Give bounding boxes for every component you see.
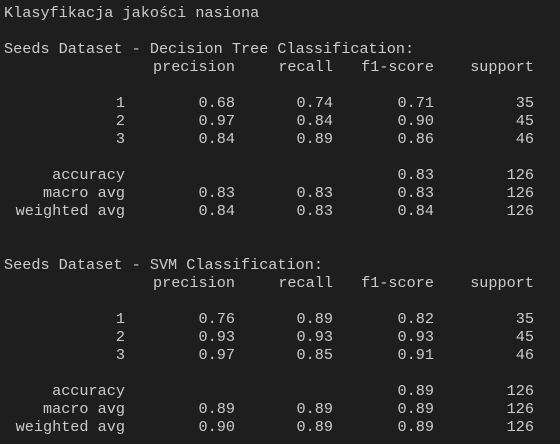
report-row-weighted-avg: weighted avg 0.84 0.83 0.84 126 xyxy=(4,202,534,220)
precision-value: 0.90 xyxy=(198,418,235,436)
recall-value: 0.74 xyxy=(296,94,333,112)
header-recall: recall xyxy=(278,58,333,76)
precision-value: 0.68 xyxy=(198,94,235,112)
report-row-class-1: 1 0.76 0.89 0.82 35 xyxy=(4,310,534,328)
report-row-accuracy: accuracy 0.83 126 xyxy=(4,166,534,184)
precision-value: 0.83 xyxy=(198,184,235,202)
recall-value: 0.83 xyxy=(296,184,333,202)
header-f1-score: f1-score xyxy=(361,58,434,76)
recall-value: 0.89 xyxy=(296,418,333,436)
header-precision: precision xyxy=(152,274,235,292)
row-label: accuracy xyxy=(52,166,125,184)
support-value: 126 xyxy=(506,166,534,184)
report-row-class-2: 2 0.97 0.84 0.90 45 xyxy=(4,112,534,130)
report-row-class-3: 3 0.97 0.85 0.91 46 xyxy=(4,346,534,364)
header-f1-score: f1-score xyxy=(361,274,434,292)
report-row-accuracy: accuracy 0.89 126 xyxy=(4,382,534,400)
support-value: 35 xyxy=(515,94,534,112)
header-support: support xyxy=(470,58,534,76)
support-value: 45 xyxy=(515,328,534,346)
header-precision: precision xyxy=(152,58,235,76)
header-recall: recall xyxy=(278,274,333,292)
recall-value: 0.85 xyxy=(296,346,333,364)
f1-score-value: 0.89 xyxy=(397,418,434,436)
support-value: 45 xyxy=(515,112,534,130)
report-row-macro-avg: macro avg 0.89 0.89 0.89 126 xyxy=(4,400,534,418)
row-label: 3 xyxy=(115,130,125,148)
recall-value: 0.89 xyxy=(296,310,333,328)
f1-score-value: 0.82 xyxy=(397,310,434,328)
precision-value: 0.76 xyxy=(198,310,235,328)
row-label: weighted avg xyxy=(15,418,125,436)
f1-score-value: 0.91 xyxy=(397,346,434,364)
row-label: macro avg xyxy=(42,400,125,418)
precision-value: 0.84 xyxy=(198,202,235,220)
support-value: 126 xyxy=(506,418,534,436)
row-label: 2 xyxy=(115,328,125,346)
precision-value: 0.84 xyxy=(198,130,235,148)
row-label: accuracy xyxy=(52,382,125,400)
support-value: 35 xyxy=(515,310,534,328)
report-header-row: precision recall f1-score support xyxy=(4,274,534,292)
f1-score-value: 0.93 xyxy=(397,328,434,346)
support-value: 126 xyxy=(506,202,534,220)
precision-value: 0.97 xyxy=(198,346,235,364)
precision-value: 0.93 xyxy=(198,328,235,346)
report-row-class-3: 3 0.84 0.89 0.86 46 xyxy=(4,130,534,148)
report-heading-svm: Seeds Dataset - SVM Classification: xyxy=(4,256,323,274)
header-support: support xyxy=(470,274,534,292)
recall-value: 0.93 xyxy=(296,328,333,346)
report-row-weighted-avg: weighted avg 0.90 0.89 0.89 126 xyxy=(4,418,534,436)
terminal-output: Klasyfikacja jakości nasiona Seeds Datas… xyxy=(0,0,560,444)
support-value: 126 xyxy=(506,382,534,400)
report-row-macro-avg: macro avg 0.83 0.83 0.83 126 xyxy=(4,184,534,202)
f1-score-value: 0.89 xyxy=(397,382,434,400)
f1-score-value: 0.86 xyxy=(397,130,434,148)
row-label: 1 xyxy=(115,94,125,112)
f1-score-value: 0.83 xyxy=(397,166,434,184)
support-value: 46 xyxy=(515,346,534,364)
report-row-class-2: 2 0.93 0.93 0.93 45 xyxy=(4,328,534,346)
f1-score-value: 0.84 xyxy=(397,202,434,220)
row-label: macro avg xyxy=(42,184,125,202)
output-title: Klasyfikacja jakości nasiona xyxy=(4,4,260,22)
report-header-row: precision recall f1-score support xyxy=(4,58,534,76)
recall-value: 0.89 xyxy=(296,400,333,418)
precision-value: 0.97 xyxy=(198,112,235,130)
recall-value: 0.89 xyxy=(296,130,333,148)
f1-score-value: 0.83 xyxy=(397,184,434,202)
row-label: weighted avg xyxy=(15,202,125,220)
row-label: 2 xyxy=(115,112,125,130)
report-heading-decision-tree: Seeds Dataset - Decision Tree Classifica… xyxy=(4,40,415,58)
support-value: 126 xyxy=(506,400,534,418)
f1-score-value: 0.89 xyxy=(397,400,434,418)
row-label: 3 xyxy=(115,346,125,364)
report-row-class-1: 1 0.68 0.74 0.71 35 xyxy=(4,94,534,112)
f1-score-value: 0.90 xyxy=(397,112,434,130)
precision-value: 0.89 xyxy=(198,400,235,418)
support-value: 126 xyxy=(506,184,534,202)
row-label: 1 xyxy=(115,310,125,328)
support-value: 46 xyxy=(515,130,534,148)
recall-value: 0.83 xyxy=(296,202,333,220)
f1-score-value: 0.71 xyxy=(397,94,434,112)
recall-value: 0.84 xyxy=(296,112,333,130)
